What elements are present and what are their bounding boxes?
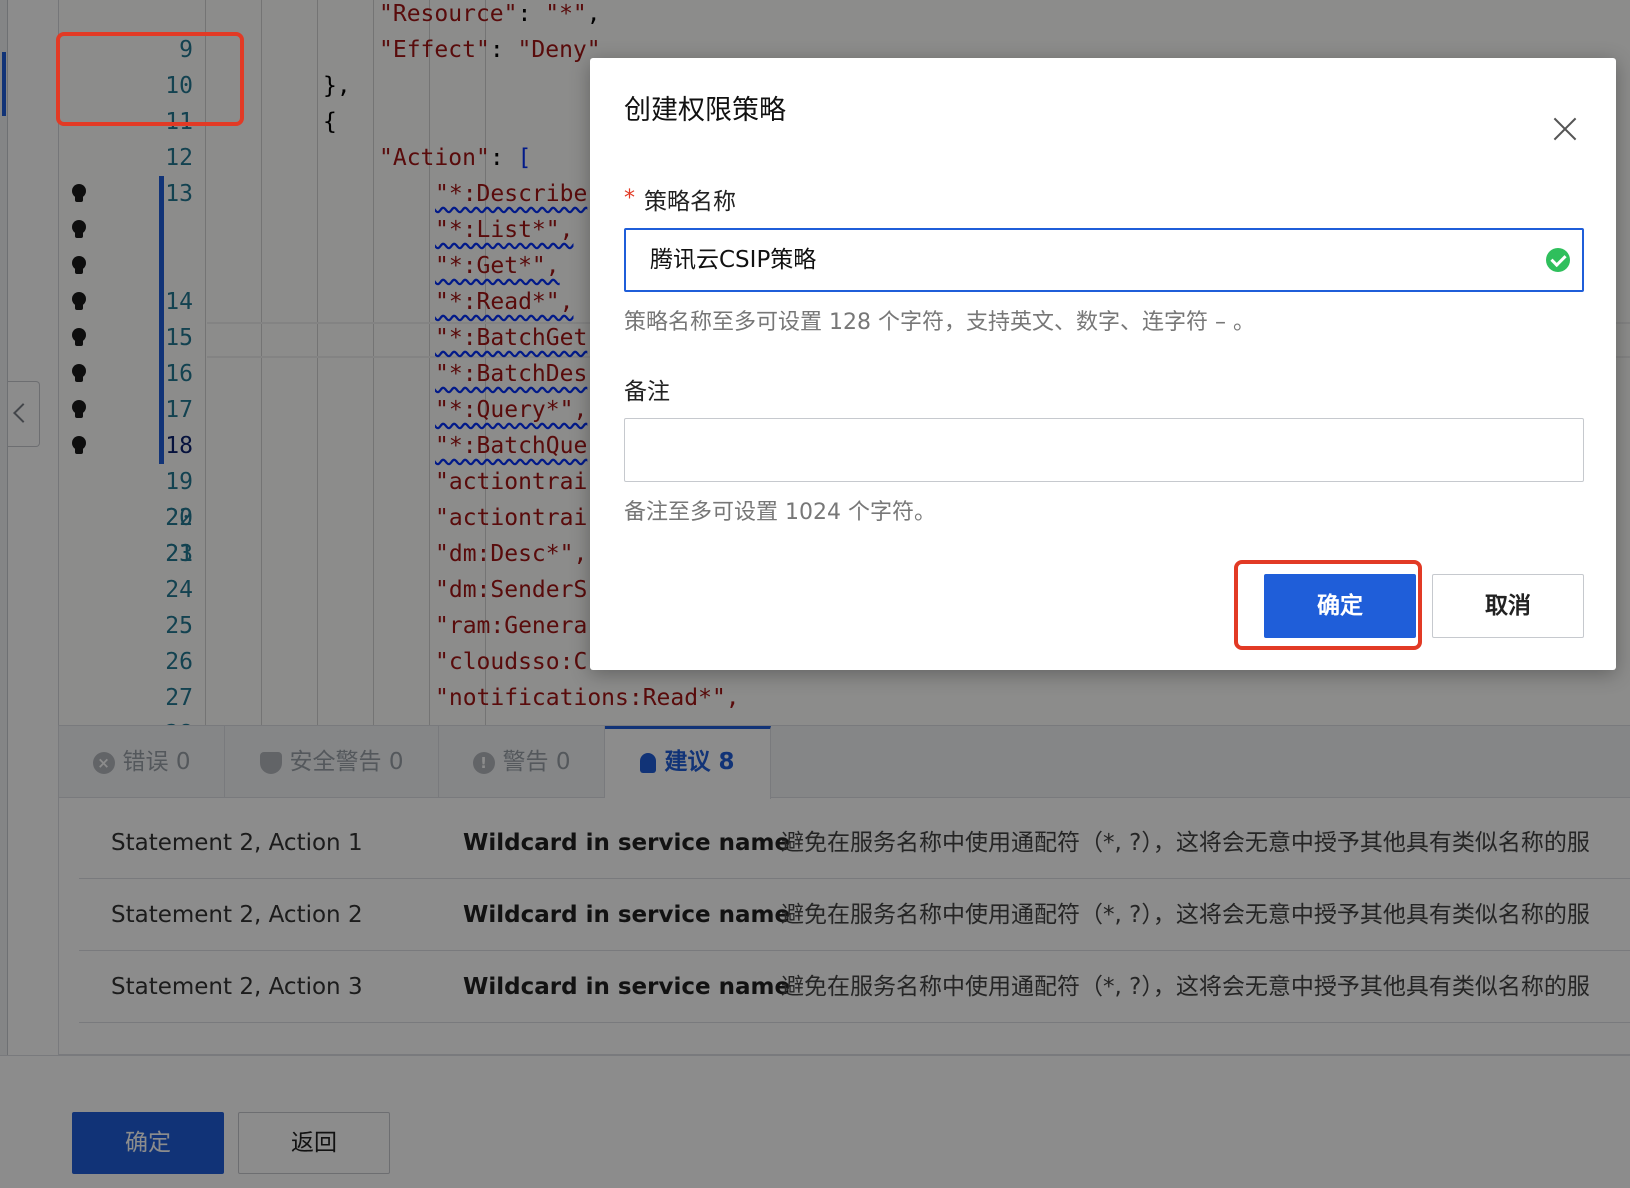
check-circle-icon [1546,248,1570,272]
create-policy-dialog: 创建权限策略 * 策略名称 腾讯云CSIP策略 策略名称至多可设置 128 个字… [590,58,1616,670]
remark-hint: 备注至多可设置 1024 个字符。 [624,500,936,525]
policy-name-value: 腾讯云CSIP策略 [650,247,817,273]
dialog-title: 创建权限策略 [624,95,786,126]
highlight-annotation [1234,560,1422,650]
required-mark: * [624,186,635,211]
cancel-button[interactable]: 取消 [1432,574,1584,638]
highlight-annotation [56,32,244,126]
remark-input[interactable] [624,418,1584,482]
policy-name-label: 策略名称 [644,189,736,215]
policy-name-hint: 策略名称至多可设置 128 个字符，支持英文、数字、连字符 – 。 [624,310,1255,335]
policy-name-input[interactable]: 腾讯云CSIP策略 [624,228,1584,292]
close-icon[interactable] [1552,116,1578,142]
remark-label: 备注 [624,379,670,405]
